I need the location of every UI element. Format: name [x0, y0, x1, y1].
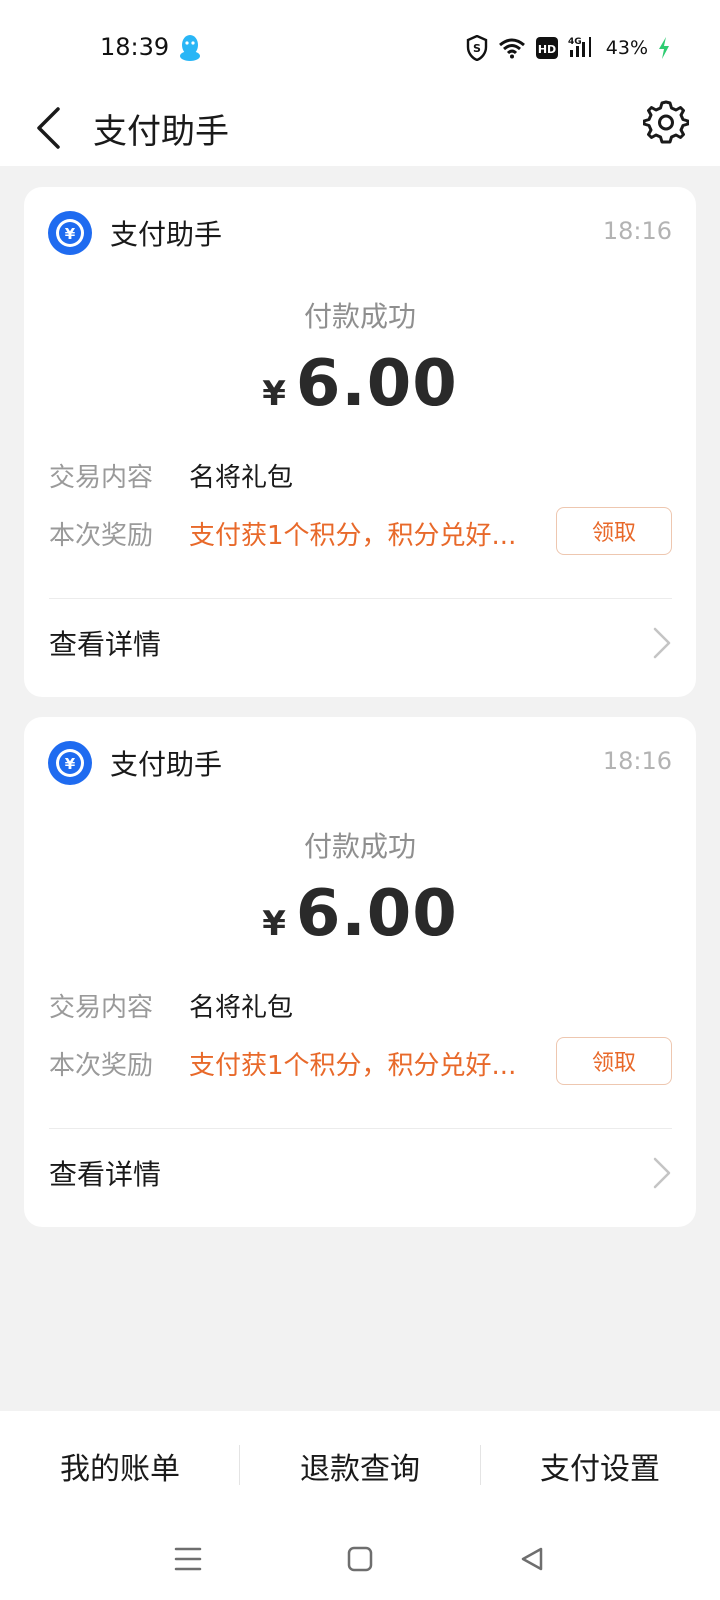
tab-payment-settings[interactable]: 支付设置	[480, 1411, 720, 1521]
view-details-link[interactable]: 查看详情	[49, 1153, 161, 1193]
tab-refund-query[interactable]: 退款查询	[240, 1411, 480, 1521]
hd-label: HD	[538, 43, 556, 56]
status-time: 18:39	[100, 33, 170, 61]
svg-text:¥: ¥	[65, 225, 76, 243]
reward-label: 本次奖励	[49, 521, 154, 551]
amount-value: 6.00	[295, 347, 458, 421]
card-app-name: 支付助手	[110, 218, 223, 251]
chevron-right-icon[interactable]	[652, 627, 672, 659]
divider	[49, 598, 672, 599]
payment-message-card: ¥ 支付助手 18:16 付款成功 ¥ 6.00 交易内容 名将礼包 本次奖励 …	[24, 717, 696, 1227]
content-label: 交易内容	[49, 463, 154, 493]
content-value: 名将礼包	[189, 993, 294, 1023]
home-button[interactable]	[340, 1539, 380, 1579]
content-value: 名将礼包	[189, 463, 294, 493]
reward-value[interactable]: 支付获1个积分，积分兑好...	[189, 1045, 534, 1082]
claim-button[interactable]: 领取	[556, 507, 672, 555]
reward-value[interactable]: 支付获1个积分，积分兑好...	[189, 515, 534, 552]
bottom-menu-bar: 我的账单 退款查询 支付设置	[0, 1411, 720, 1521]
claim-button[interactable]: 领取	[556, 1037, 672, 1085]
card-app-name: 支付助手	[110, 748, 223, 781]
divider	[49, 1128, 672, 1129]
battery-level: 43%	[605, 37, 648, 59]
system-nav-bar	[0, 1521, 720, 1600]
pay-assistant-logo-icon: ¥	[48, 741, 92, 785]
menu-icon	[174, 1547, 202, 1571]
content-label: 交易内容	[49, 993, 154, 1023]
reward-label: 本次奖励	[49, 1051, 154, 1081]
payment-message-card: ¥ 支付助手 18:16 付款成功 ¥ 6.00 交易内容 名将礼包 本次奖励 …	[24, 187, 696, 697]
home-square-icon	[347, 1546, 373, 1572]
amount-value: 6.00	[295, 877, 458, 951]
svg-text:¥: ¥	[65, 755, 76, 773]
chevron-right-icon[interactable]	[652, 1157, 672, 1189]
back-arrow-icon	[37, 107, 60, 149]
currency-symbol: ¥	[262, 904, 286, 944]
card-time: 18:16	[602, 747, 672, 775]
status-icons: S HD 4G 43%	[466, 34, 670, 62]
network-type: 4G	[568, 37, 582, 47]
wifi-icon	[498, 37, 526, 59]
signal-icon: 4G	[568, 35, 596, 61]
view-details-link[interactable]: 查看详情	[49, 623, 161, 663]
vpn-shield-icon: S	[466, 35, 488, 61]
recent-apps-button[interactable]	[168, 1539, 208, 1579]
currency-symbol: ¥	[262, 374, 286, 414]
card-time: 18:16	[602, 217, 672, 245]
payment-status: 付款成功	[303, 300, 416, 333]
title-bar: 支付助手	[0, 90, 720, 166]
charging-icon	[658, 37, 670, 59]
status-bar: 18:39 S HD 4G 43%	[0, 0, 720, 90]
pay-assistant-logo-icon: ¥	[48, 211, 92, 255]
payment-amount: ¥ 6.00	[24, 877, 696, 951]
svg-text:S: S	[473, 42, 481, 55]
hd-icon: HD	[535, 37, 558, 59]
payment-amount: ¥ 6.00	[24, 347, 696, 421]
payment-status: 付款成功	[303, 830, 416, 863]
tab-my-bills[interactable]: 我的账单	[0, 1411, 240, 1521]
back-button[interactable]	[28, 98, 68, 158]
page-title: 支付助手	[93, 112, 229, 152]
back-triangle-icon	[521, 1547, 543, 1571]
system-back-button[interactable]	[512, 1539, 552, 1579]
settings-button[interactable]	[640, 96, 692, 148]
qq-icon	[178, 34, 202, 62]
gear-icon	[643, 100, 689, 144]
